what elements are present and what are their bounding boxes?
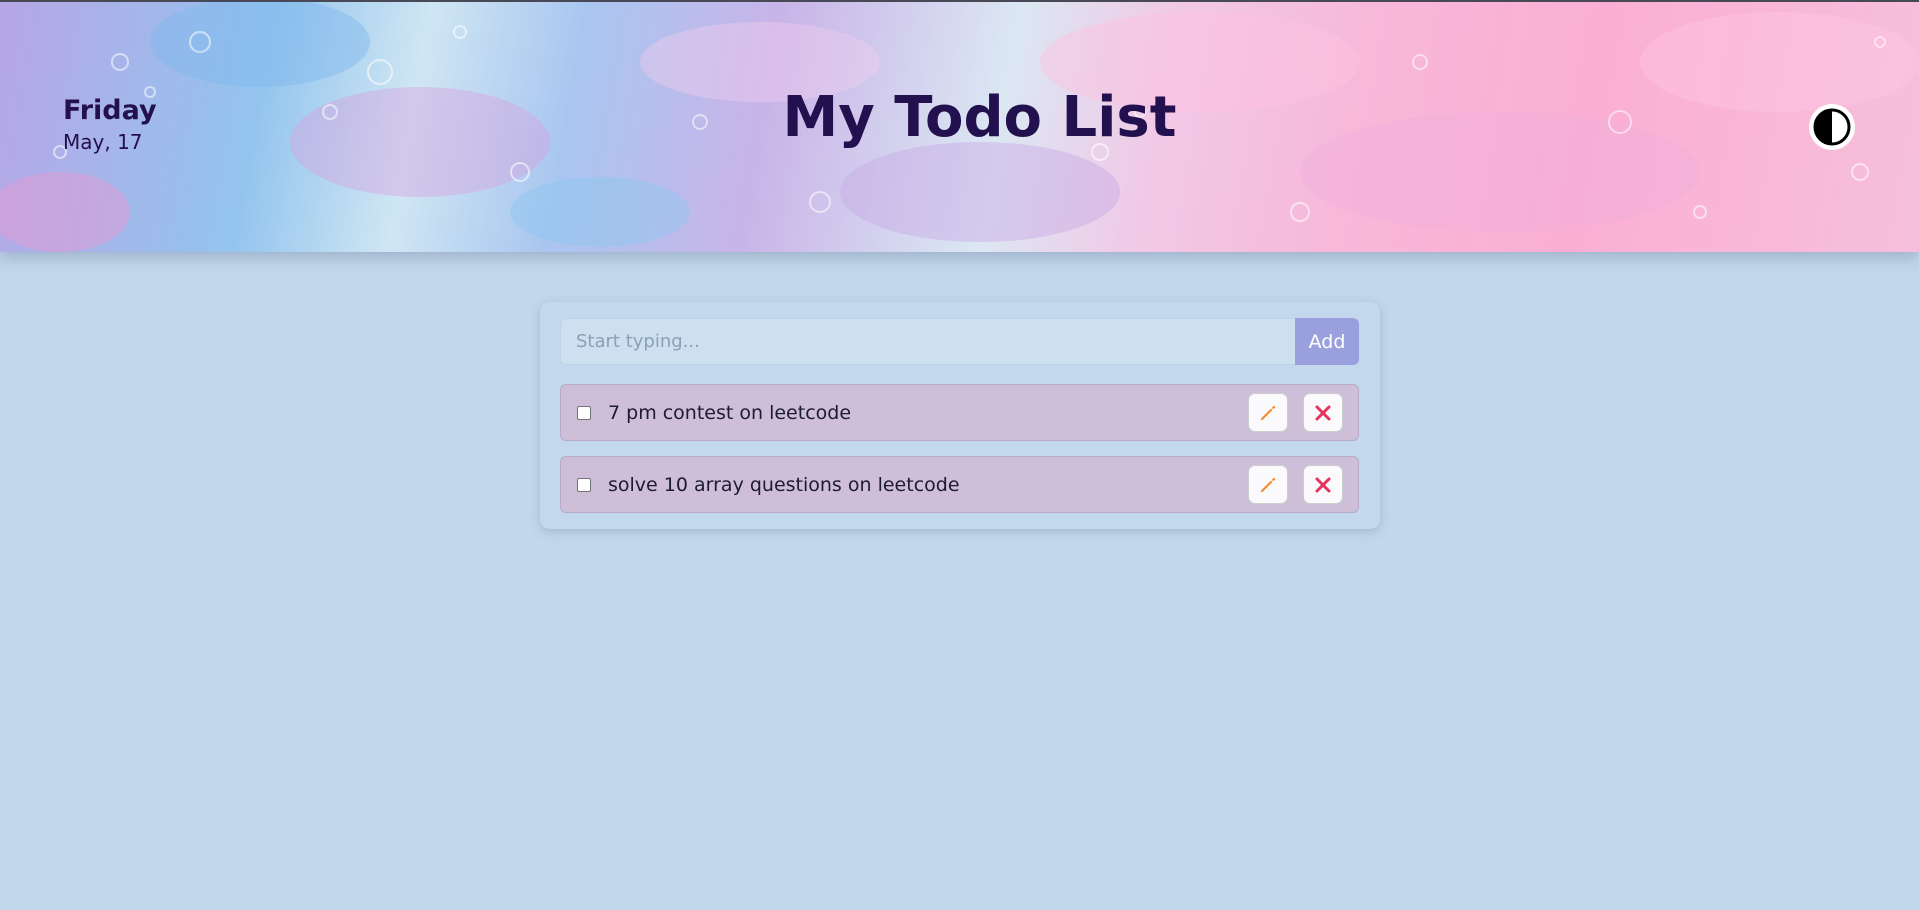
- edit-button[interactable]: [1248, 393, 1288, 432]
- add-button[interactable]: Add: [1295, 318, 1359, 365]
- todo-text: solve 10 array questions on leetcode: [608, 474, 960, 496]
- todo-checkbox[interactable]: [577, 406, 591, 420]
- todo-item: solve 10 array questions on leetcode: [560, 456, 1359, 513]
- header-banner: Friday May, 17 My Todo List: [0, 2, 1919, 252]
- edit-button[interactable]: [1248, 465, 1288, 504]
- pencil-icon: [1261, 477, 1276, 492]
- todo-panel: Add 7 pm contest on leetcode solve 10 ar…: [540, 302, 1380, 529]
- delete-button[interactable]: [1303, 465, 1343, 504]
- close-icon: [1315, 405, 1331, 420]
- todo-checkbox[interactable]: [577, 478, 591, 492]
- todo-text: 7 pm contest on leetcode: [608, 402, 852, 424]
- pencil-icon: [1261, 405, 1276, 420]
- delete-button[interactable]: [1303, 393, 1343, 432]
- todo-input[interactable]: [560, 318, 1295, 365]
- close-icon: [1315, 477, 1331, 492]
- add-todo-form: Add: [560, 318, 1359, 365]
- theme-toggle-button[interactable]: [1809, 104, 1855, 150]
- page-title: My Todo List: [782, 85, 1177, 150]
- todo-item: 7 pm contest on leetcode: [560, 384, 1359, 441]
- contrast-icon: [1813, 108, 1851, 146]
